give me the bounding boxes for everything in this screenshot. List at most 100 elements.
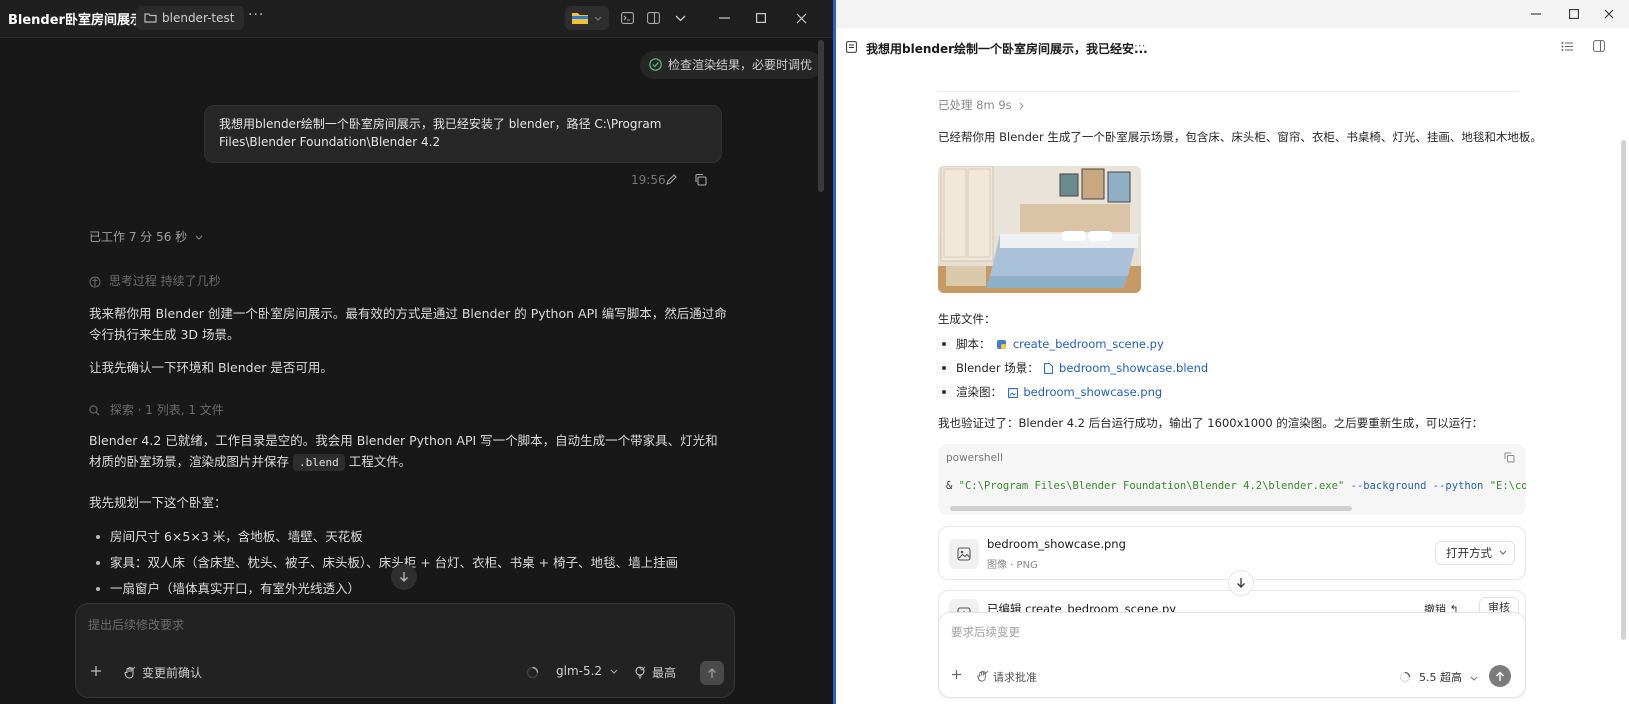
minimize-icon: [718, 17, 730, 19]
open-with-button[interactable]: 打开方式: [1435, 541, 1515, 565]
image-file-icon: [1007, 387, 1018, 398]
loading-spinner-icon: [1399, 671, 1411, 683]
plus-icon: [952, 670, 961, 679]
worked-duration[interactable]: 已工作 7 分 56 秒: [89, 228, 203, 245]
thinking-text: 思考过程 持续了几秒: [108, 274, 221, 288]
assistant-paragraph-2: 让我先确认一下环境和 Blender 是否可用。: [89, 360, 333, 375]
status-text: 检查渲染结果，必要时调优: [668, 58, 813, 72]
terminal-button[interactable]: [614, 6, 640, 30]
code-flag-python: --python: [1426, 480, 1484, 492]
processed-duration[interactable]: 已处理 8m 9s: [938, 97, 1025, 113]
chevron-down-icon: [638, 666, 646, 671]
worked-text: 已工作 7 分 56 秒: [89, 230, 188, 244]
composer-input[interactable]: 提出后续修改要求: [88, 616, 184, 633]
chevron-down-icon: [128, 666, 136, 671]
code-flag-background: --background: [1344, 480, 1427, 492]
close-button[interactable]: [788, 6, 814, 30]
edit-message-button[interactable]: [665, 173, 678, 186]
close-icon: [796, 13, 806, 23]
chevron-down-icon: [594, 16, 602, 21]
minimize-button[interactable]: [711, 6, 737, 30]
user-message: 我想用blender绘制一个卧室房间展示，我已经安装了 blender，路径 C…: [204, 105, 722, 163]
composer[interactable]: 要求后续变更 请求批准 5.5 超高: [938, 612, 1526, 698]
loading-spinner-icon: [526, 666, 539, 679]
render-file-link[interactable]: bedroom_showcase.png: [1023, 385, 1162, 399]
thinking-summary[interactable]: 思考过程 持续了几秒: [89, 272, 221, 289]
terminal-icon: [620, 12, 634, 24]
verify-text: 我也验证过了：Blender 4.2 后台运行成功，输出了 1600x1000 …: [938, 416, 1484, 430]
send-button[interactable]: [1489, 665, 1511, 687]
message-time: 19:56: [631, 173, 666, 187]
chevron-right-icon: [1019, 102, 1025, 109]
maximize-button[interactable]: [748, 6, 774, 30]
app-title: Blender卧室房间展示: [8, 13, 143, 28]
scrollbar[interactable]: [818, 40, 824, 192]
status-pill[interactable]: 检查渲染结果，必要时调优: [640, 51, 823, 79]
blend-file-link[interactable]: bedroom_showcase.blend: [1059, 361, 1208, 375]
script-file-link[interactable]: create_bedroom_scene.py: [1013, 337, 1164, 351]
file-item-render: 渲染图： bedroom_showcase.png: [938, 383, 1208, 407]
inline-code: .blend: [293, 454, 345, 471]
file-label: 渲染图：: [956, 385, 1002, 399]
assistant-paragraph-1: 我来帮你用 Blender 创建一个卧室房间展示。最有效的方式是通过 Blend…: [89, 306, 727, 342]
files-heading: 生成文件：: [938, 312, 996, 326]
approval-mode-selector[interactable]: 请求批准: [977, 669, 1037, 685]
open-in-explorer-button[interactable]: [565, 6, 609, 30]
right-maximize-button[interactable]: [1561, 2, 1587, 26]
copy-icon[interactable]: [1504, 452, 1515, 463]
brain-icon: [89, 276, 101, 287]
add-attachment-button[interactable]: [951, 669, 962, 680]
toggle-panel-button[interactable]: [640, 6, 666, 30]
render-preview-image[interactable]: [938, 166, 1141, 293]
conversation-more-button[interactable]: ···: [1134, 39, 1145, 53]
right-window: 我想用blender绘制一个卧室房间展示，我已经安... ··· 已处理 8m …: [836, 0, 1629, 704]
chevron-down-icon: [610, 669, 618, 674]
more-options-button[interactable]: ···: [248, 7, 264, 23]
minimize-icon: [1531, 13, 1541, 15]
add-attachment-button[interactable]: [90, 665, 102, 677]
open-with-label: 打开方式: [1446, 546, 1492, 560]
composer[interactable]: 提出后续修改要求 变更前确认 glm-5.2 最高: [75, 603, 735, 698]
horizontal-scrollbar[interactable]: [950, 506, 1352, 511]
attachment-name: bedroom_showcase.png: [987, 537, 1126, 551]
file-label: Blender 场景：: [956, 361, 1039, 375]
explorer-folder-icon: [572, 13, 588, 24]
send-button[interactable]: [700, 661, 724, 685]
model-selector[interactable]: glm-5.2: [556, 664, 618, 678]
arrow-up-icon: [708, 668, 716, 678]
scroll-to-bottom-button[interactable]: [391, 564, 417, 590]
model-selector[interactable]: 5.5 超高: [1419, 669, 1478, 685]
reasoning-effort-selector[interactable]: 最高: [634, 664, 676, 681]
list-icon[interactable]: [1561, 41, 1574, 52]
left-title-bar: Blender卧室房间展示 blender-test ···: [0, 0, 833, 38]
panel-icon[interactable]: [1593, 40, 1605, 52]
chevron-down-icon: [1499, 550, 1507, 555]
dropdown-button[interactable]: [667, 6, 693, 30]
effort-label: 最高: [652, 666, 677, 680]
chevron-down-icon: [195, 235, 203, 240]
search-activity[interactable]: 探索 · 1 列表, 1 文件: [89, 401, 224, 418]
model-label: glm-5.2: [556, 664, 603, 678]
right-minimize-button[interactable]: [1523, 2, 1549, 26]
conversation-title: 我想用blender绘制一个卧室房间展示，我已经安...: [866, 42, 1148, 56]
composer-input[interactable]: 要求后续变更: [951, 624, 1020, 640]
document-icon: [846, 41, 857, 53]
pencil-icon: [666, 174, 677, 185]
maximize-icon: [1569, 9, 1579, 19]
scroll-to-bottom-button[interactable]: [1228, 570, 1254, 596]
folder-icon: [144, 13, 157, 23]
model-label: 5.5 超高: [1419, 671, 1462, 684]
scrollbar[interactable]: [1621, 140, 1626, 640]
project-folder-chip[interactable]: blender-test: [136, 6, 245, 30]
check-circle-icon: [649, 58, 662, 71]
confirm-mode-selector[interactable]: 变更前确认: [124, 664, 202, 681]
paragraph-3-tail: 工程文件。: [348, 454, 412, 469]
search-icon: [89, 405, 100, 416]
code-block: powershell & "C:\Program Files\Blender F…: [938, 444, 1526, 515]
code-amp: &: [946, 480, 959, 492]
plus-icon: [91, 666, 101, 676]
assistant-paragraph-4: 我先规划一下这个卧室：: [89, 495, 227, 510]
generated-files-list: 脚本： create_bedroom_scene.py Blender 场景： …: [938, 335, 1208, 407]
right-close-button[interactable]: [1596, 2, 1622, 26]
copy-message-button[interactable]: [694, 173, 707, 186]
